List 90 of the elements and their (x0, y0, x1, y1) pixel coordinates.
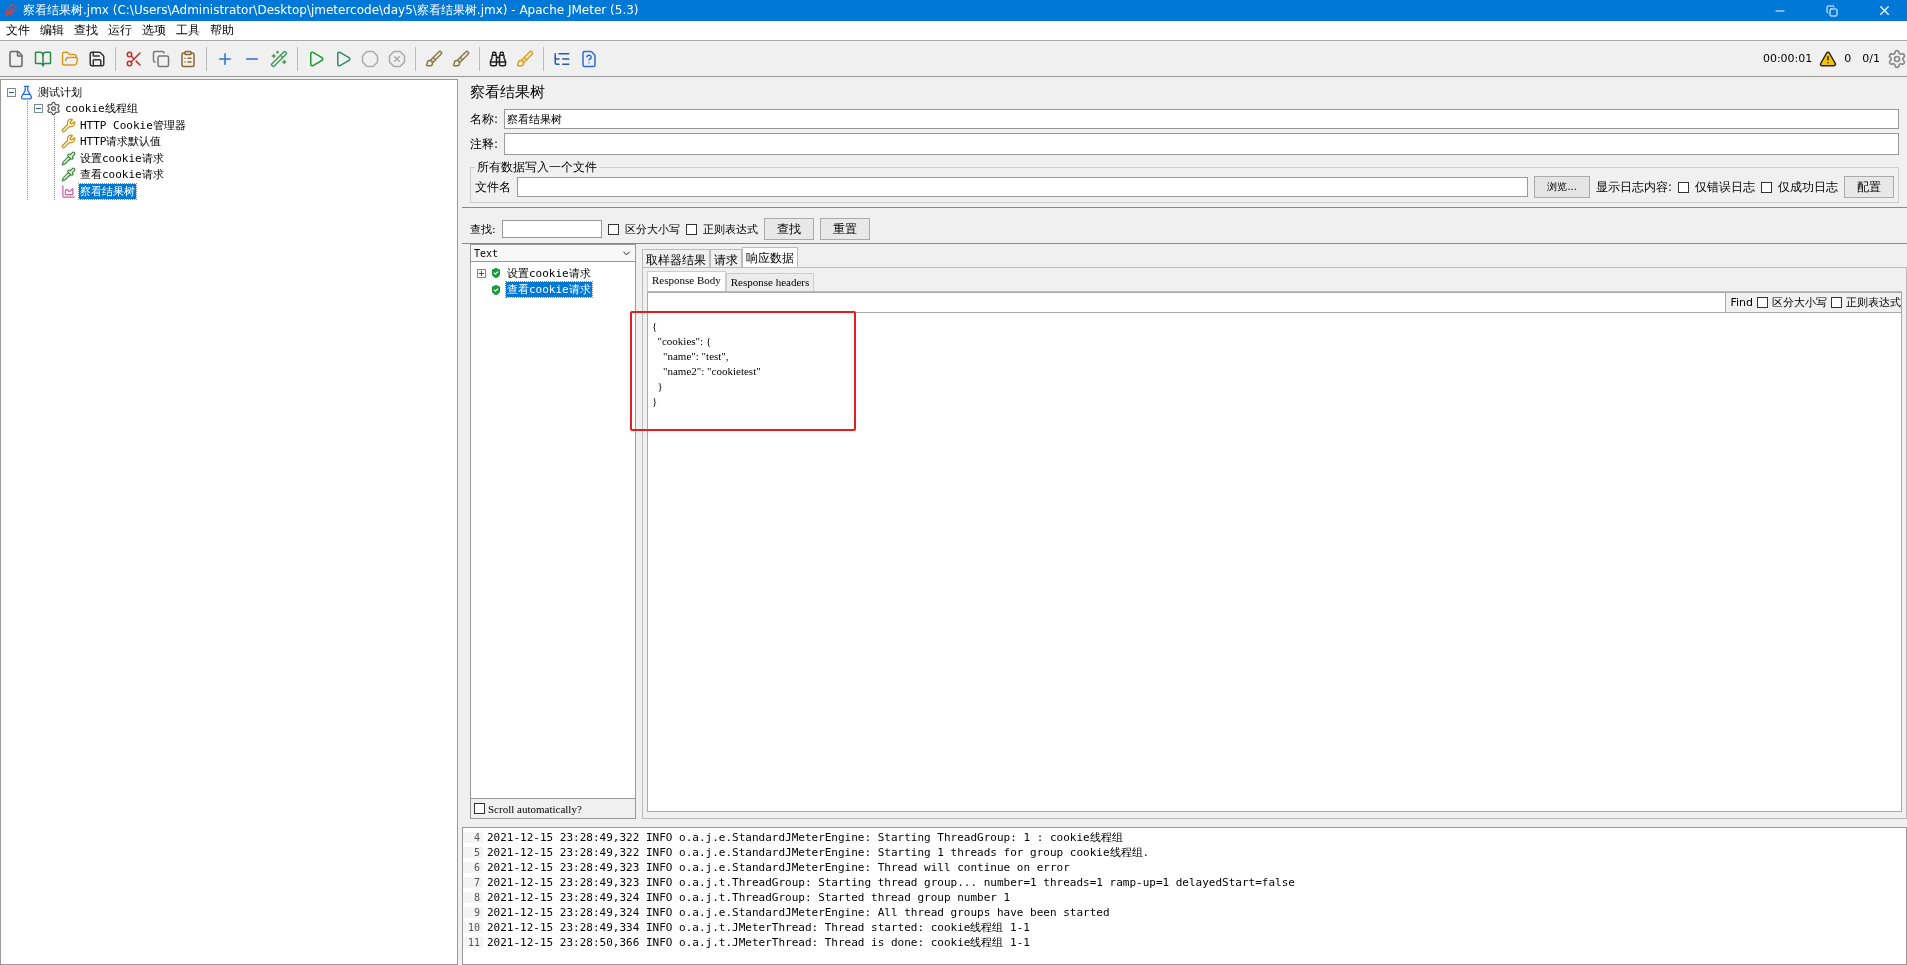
config-button[interactable]: 配置 (1844, 176, 1894, 198)
log-line: 2021-12-15 23:28:49,323 INFO o.a.j.t.ThreadGroup: Starting thread group... number=1 threads=1 ramp-up=1 delayedStart=false (486, 876, 1295, 889)
line-number: 5 (463, 847, 483, 858)
name-field[interactable]: 察看结果树 (504, 109, 1899, 129)
thread-count: 0/1 (1862, 52, 1880, 65)
log-line: 2021-12-15 23:28:49,324 INFO o.a.j.t.ThreadGroup: Started thread group number 1 (486, 891, 1011, 904)
checkbox-label: 仅成功日志 (1778, 178, 1838, 196)
log-line: 2021-12-15 23:28:50,366 INFO o.a.j.t.JMeterThread: Thread is done: cookie线程组 1-1 (486, 935, 1030, 950)
line-number: 11 (463, 937, 483, 948)
line-number: 9 (463, 907, 483, 918)
checkbox[interactable] (474, 803, 485, 814)
checkbox-label: 正则表达式 (1846, 295, 1901, 310)
field-label: 名称: (470, 110, 499, 128)
checkbox[interactable] (607, 223, 619, 235)
shield-check-icon (489, 266, 503, 281)
pipette-icon (61, 167, 76, 183)
checkbox-label: 区分大小写 (1772, 295, 1827, 310)
log-line: 2021-12-15 23:28:49,324 INFO o.a.j.e.StandardJMeterEngine: All thread groups have been started (486, 906, 1110, 919)
reset-button[interactable]: 重置 (819, 218, 870, 240)
line-number: 10 (463, 922, 483, 933)
field-label: Find (1730, 296, 1753, 309)
gear-icon (46, 101, 61, 117)
elapsed-time: 00:00:01 (1762, 52, 1813, 65)
checkbox[interactable] (1761, 181, 1772, 193)
tree-item[interactable]: 查看cookie请求 (79, 167, 165, 183)
panel-title: 察看结果树 (470, 83, 546, 103)
checkbox-label: 正则表达式 (702, 221, 758, 237)
menu-item[interactable]: 编辑 (40, 22, 64, 39)
field-label: 显示日志内容: (1595, 178, 1672, 196)
tree-item[interactable]: cookie线程组 (64, 101, 139, 117)
line-number: 8 (463, 892, 483, 903)
field-label: 注释: (470, 135, 499, 153)
menu-item[interactable]: 运行 (108, 22, 132, 39)
collapse-toggle[interactable] (34, 104, 43, 114)
tree-item[interactable]: HTTP请求默认值 (79, 134, 163, 150)
group-title: 所有数据写入一个文件 (476, 159, 598, 176)
log-line: 2021-12-15 23:28:49,322 INFO o.a.j.e.StandardJMeterEngine: Starting ThreadGroup: 1 : cookie线程组 (486, 830, 1123, 845)
app-icon (4, 4, 17, 17)
chart-icon (61, 183, 76, 199)
comment-field[interactable] (504, 133, 1899, 155)
sample-item[interactable]: 查看cookie请求 (506, 282, 592, 298)
wrench-icon (61, 117, 76, 133)
tab[interactable]: Response Body (647, 271, 726, 291)
line-number: 7 (463, 877, 483, 888)
search-field[interactable] (501, 220, 602, 238)
field-label: 查找: (470, 221, 496, 237)
checkbox-label: Scroll automatically? (488, 802, 582, 815)
tab[interactable]: 响应数据 (742, 247, 798, 267)
flask-icon (19, 84, 34, 100)
menu-item[interactable]: 选项 (142, 22, 166, 39)
checkbox[interactable] (685, 223, 697, 235)
expand-toggle[interactable] (477, 268, 486, 278)
menu-item[interactable]: 工具 (176, 22, 200, 39)
warning-count: 0 (1844, 52, 1852, 65)
tree-item[interactable]: 设置cookie请求 (79, 150, 165, 166)
find-field[interactable] (648, 293, 1727, 312)
checkbox[interactable] (1678, 181, 1689, 193)
log-line: 2021-12-15 23:28:49,322 INFO o.a.j.e.StandardJMeterEngine: Starting 1 threads for group cookie线程组. (486, 845, 1150, 860)
menu-item[interactable]: 查找 (74, 22, 98, 39)
menu-item[interactable]: 帮助 (210, 22, 234, 39)
browse-button[interactable]: 浏览... (1534, 176, 1590, 198)
checkbox-label: 区分大小写 (624, 221, 680, 237)
tree-item[interactable]: HTTP Cookie管理器 (79, 117, 187, 133)
field-label: 文件名 (475, 178, 511, 196)
shield-check-icon (489, 282, 503, 297)
line-number: 6 (463, 862, 483, 873)
collapse-toggle[interactable] (7, 87, 16, 97)
gear-icon (1887, 48, 1907, 69)
restore-icon[interactable] (1826, 4, 1838, 17)
checkbox-label: 仅错误日志 (1695, 178, 1755, 196)
checkbox[interactable] (1757, 297, 1768, 308)
renderer-dropdown[interactable]: Text (471, 245, 635, 262)
pipette-icon (61, 150, 76, 166)
line-number: 4 (463, 832, 483, 843)
sample-item[interactable]: 设置cookie请求 (506, 265, 592, 281)
tab[interactable]: 取样器结果 (642, 249, 710, 267)
response-body: { "cookies": { "name": "test", "name2": "cookietest" } } (652, 319, 761, 409)
log-line: 2021-12-15 23:28:49,334 INFO o.a.j.t.JMeterThread: Thread started: cookie线程组 1-1 (486, 920, 1030, 935)
tree-item[interactable]: 察看结果树 (79, 183, 136, 199)
window-title: 察看结果树.jmx (C:\Users\Administrator\Desktop\jmetercode\day5\察看结果树.jmx) - Apache JMeter (5.3) (23, 2, 640, 19)
wrench-icon (61, 134, 76, 150)
filename-field[interactable] (517, 177, 1529, 197)
menu-item[interactable]: 文件 (6, 22, 30, 39)
tab[interactable]: Response headers (725, 273, 815, 291)
tree-item[interactable]: 测试计划 (37, 84, 83, 100)
checkbox[interactable] (1831, 297, 1842, 308)
find-button[interactable]: 查找 (763, 218, 814, 240)
log-line: 2021-12-15 23:28:49,323 INFO o.a.j.e.StandardJMeterEngine: Thread will continue on error (486, 861, 1070, 874)
warning-icon (1819, 49, 1838, 68)
tab[interactable]: 请求 (710, 249, 742, 267)
